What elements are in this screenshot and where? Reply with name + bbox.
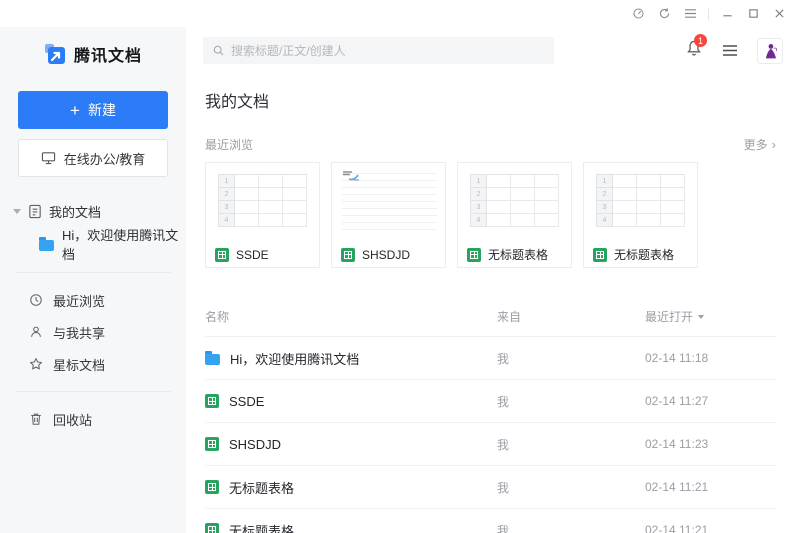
doc-last-opened: 02-14 11:27	[645, 394, 776, 408]
chevron-down-icon[interactable]	[13, 209, 21, 214]
notifications-button[interactable]: 1	[685, 39, 703, 62]
doc-last-opened: 02-14 11:21	[645, 523, 776, 533]
file-type-icon	[467, 248, 481, 262]
doc-list-header: 名称 来自 最近打开	[205, 268, 776, 337]
column-name: 名称	[205, 308, 497, 325]
doc-name: SHSDJD	[229, 437, 281, 452]
doc-owner: 我	[497, 436, 645, 453]
sidebar-divider	[15, 272, 171, 273]
doc-thumbnail: 1 2 3	[584, 163, 697, 242]
doc-name: 无标题表格	[229, 521, 294, 533]
file-type-icon	[341, 248, 355, 262]
doc-thumbnail: 1 2 3	[458, 163, 571, 242]
doc-thumbnail: 1 2 3	[206, 163, 319, 242]
app-logo: 腾讯文档	[0, 41, 186, 67]
doc-name: 无标题表格	[229, 478, 294, 497]
doc-list-row[interactable]: SHSDJD 我 02-14 11:23	[205, 423, 776, 466]
sort-arrow-icon	[698, 315, 704, 319]
sidebar-item-trash[interactable]: 回收站	[0, 403, 186, 435]
doc-last-opened: 02-14 11:21	[645, 480, 776, 494]
file-type-icon	[205, 354, 220, 365]
doc-owner: 我	[497, 350, 645, 367]
recent-doc-card[interactable]: 1 2 3	[457, 162, 572, 268]
doc-owner: 我	[497, 522, 645, 533]
main-header: 1	[186, 27, 800, 74]
page-title: 我的文档	[205, 88, 776, 112]
search-box[interactable]	[203, 37, 554, 64]
header-menu-button[interactable]	[722, 44, 738, 57]
recent-doc-card[interactable]: 1 2 3	[583, 162, 698, 268]
search-input[interactable]	[231, 44, 545, 58]
doc-list-row[interactable]: 无标题表格 我 02-14 11:21	[205, 466, 776, 509]
sidebar-item-my-docs[interactable]: 我的文档	[0, 195, 186, 227]
doc-list: 名称 来自 最近打开 Hi，欢迎使用腾讯文档 我 02-14 11:1	[205, 268, 776, 533]
sidebar-item-welcome-folder[interactable]: Hi，欢迎使用腾讯文档	[0, 227, 186, 261]
file-type-icon	[593, 248, 607, 262]
compass-icon[interactable]	[625, 4, 651, 24]
sidebar: 腾讯文档 + 新建 在线办公/教育 我的文档	[0, 27, 186, 533]
app-title: 腾讯文档	[74, 42, 142, 66]
doc-list-row[interactable]: SSDE 我 02-14 11:27	[205, 380, 776, 423]
doc-owner: 我	[497, 393, 645, 410]
card-doc-name: SSDE	[236, 248, 269, 262]
sidebar-item-recent[interactable]: 最近浏览	[0, 284, 186, 316]
refresh-icon[interactable]	[651, 4, 677, 24]
doc-thumbnail: 1 2 3	[332, 163, 445, 242]
window-titlebar	[0, 0, 800, 27]
file-type-icon	[205, 523, 219, 533]
minimize-button[interactable]	[714, 4, 740, 24]
avatar-image	[759, 40, 781, 62]
clock-icon	[29, 293, 43, 307]
sidebar-item-starred[interactable]: 星标文档	[0, 348, 186, 380]
sidebar-divider	[15, 391, 171, 392]
doc-last-opened: 02-14 11:18	[645, 351, 776, 365]
sidebar-item-shared[interactable]: 与我共享	[0, 316, 186, 348]
recent-section-title: 最近浏览	[205, 136, 253, 153]
more-link[interactable]: 更多 ›	[744, 136, 776, 153]
monitor-icon	[41, 151, 56, 165]
doc-list-row[interactable]: Hi，欢迎使用腾讯文档 我 02-14 11:18	[205, 337, 776, 380]
file-type-icon	[205, 394, 219, 408]
card-doc-name: SHSDJD	[362, 248, 410, 262]
card-doc-name: 无标题表格	[614, 246, 674, 263]
recent-cards: 1 2 3	[205, 162, 776, 268]
notification-badge: 1	[694, 34, 707, 47]
titlebar-divider	[708, 8, 709, 20]
chevron-right-icon: ›	[772, 137, 776, 152]
card-doc-name: 无标题表格	[488, 246, 548, 263]
thumbnail-lines	[332, 163, 445, 242]
close-button[interactable]	[766, 4, 792, 24]
file-type-icon	[205, 480, 219, 494]
search-icon	[212, 44, 225, 57]
folder-icon	[39, 240, 54, 251]
document-icon	[28, 204, 42, 219]
doc-name: Hi，欢迎使用腾讯文档	[230, 349, 359, 368]
doc-name: SSDE	[229, 394, 264, 409]
recent-doc-card[interactable]: 1 2 3	[331, 162, 446, 268]
file-type-icon	[215, 248, 229, 262]
doc-list-row[interactable]: 无标题表格 我 02-14 11:21	[205, 509, 776, 533]
thumbnail-grid: 1 2 3	[470, 174, 559, 227]
recent-doc-card[interactable]: 1 2 3	[205, 162, 320, 268]
titlebar-menu-icon[interactable]	[677, 4, 703, 24]
thumbnail-grid: 1 2 3	[596, 174, 685, 227]
person-icon	[29, 325, 43, 339]
doc-last-opened: 02-14 11:23	[645, 437, 776, 451]
file-type-icon	[205, 437, 219, 451]
avatar[interactable]	[757, 38, 783, 64]
plus-icon: +	[70, 102, 80, 119]
hamburger-icon	[722, 44, 738, 57]
column-last-opened[interactable]: 最近打开	[645, 308, 776, 325]
maximize-button[interactable]	[740, 4, 766, 24]
new-document-button[interactable]: + 新建	[18, 91, 168, 129]
star-icon	[29, 357, 43, 371]
doc-owner: 我	[497, 479, 645, 496]
online-office-button[interactable]: 在线办公/教育	[18, 139, 168, 177]
tencent-docs-logo-icon	[44, 43, 66, 65]
trash-icon	[29, 412, 43, 426]
thumbnail-grid: 1 2 3	[218, 174, 307, 227]
column-owner: 来自	[497, 308, 645, 325]
